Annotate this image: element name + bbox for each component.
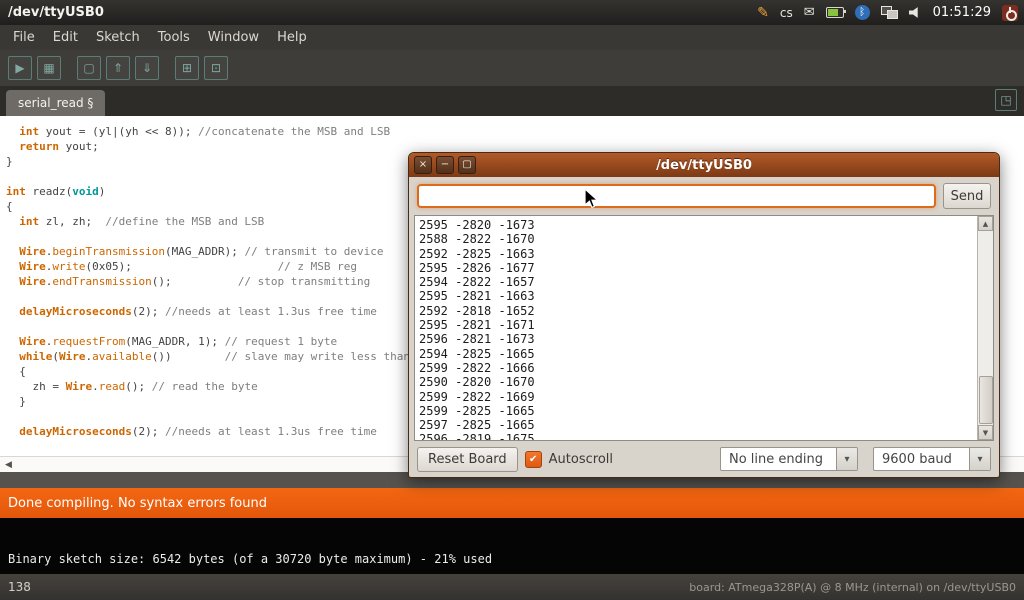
serial-monitor-icon: ⊡: [211, 61, 221, 75]
minimize-icon: −: [441, 160, 449, 170]
upload-button[interactable]: ⊞: [175, 56, 199, 80]
autoscroll-checkbox[interactable]: ✔: [525, 451, 542, 468]
verify-icon: ▶: [15, 61, 24, 75]
toolbar: ▶ ▦ ▢ ⇑ ⇓ ⊞ ⊡: [0, 50, 1024, 87]
console-output: Binary sketch size: 6542 bytes (of a 307…: [0, 518, 1024, 574]
session-power-icon[interactable]: [1002, 5, 1018, 21]
verify-button[interactable]: ▶: [8, 56, 32, 80]
battery-icon[interactable]: [826, 7, 844, 18]
scroll-up-icon[interactable]: ▲: [978, 216, 993, 231]
new-file-icon: ▢: [83, 61, 94, 75]
close-button[interactable]: ×: [414, 156, 432, 174]
compile-status-bar: Done compiling. No syntax errors found: [0, 488, 1024, 518]
menu-item-edit[interactable]: Edit: [44, 27, 87, 48]
tab-label: serial_read §: [18, 96, 93, 110]
stop-icon: ▦: [43, 61, 54, 75]
line-ending-select[interactable]: No line ending ▾: [720, 447, 858, 471]
stop-button[interactable]: ▦: [37, 56, 61, 80]
save-sketch-button[interactable]: ⇓: [135, 56, 159, 80]
check-icon: ✔: [529, 454, 537, 465]
line-number-indicator: 138: [0, 580, 31, 594]
serial-input-row: Send: [417, 183, 991, 209]
open-sketch-button[interactable]: ⇑: [106, 56, 130, 80]
menu-bar: FileEditSketchToolsWindowHelp: [0, 25, 1024, 50]
bluetooth-icon[interactable]: ᛒ: [855, 5, 870, 20]
upload-icon: ⊞: [182, 61, 192, 75]
menu-item-window[interactable]: Window: [199, 27, 268, 48]
autoscroll-label: Autoscroll: [549, 452, 613, 467]
network-icon[interactable]: [881, 6, 898, 19]
serial-monitor-title: /dev/ttyUSB0: [409, 158, 999, 173]
serial-output[interactable]: 2595 -2820 -1673 2588 -2822 -1670 2592 -…: [414, 215, 994, 441]
close-icon: ×: [419, 160, 427, 170]
minimize-button[interactable]: −: [436, 156, 454, 174]
menu-item-sketch[interactable]: Sketch: [87, 27, 149, 48]
serial-scrollbar[interactable]: ▲ ▼: [977, 216, 993, 440]
scrollbar-thumb[interactable]: [979, 376, 993, 424]
scroll-down-icon[interactable]: ▼: [978, 425, 993, 440]
window-title-panel: /dev/ttyUSB0: [0, 5, 104, 20]
volume-icon[interactable]: [909, 7, 922, 19]
scroll-left-icon[interactable]: ◀: [5, 460, 12, 470]
menu-item-file[interactable]: File: [4, 27, 44, 48]
baud-value: 9600 baud: [874, 452, 969, 467]
tab-bar: serial_read § ◳: [0, 86, 1024, 116]
notes-icon[interactable]: ✎: [757, 6, 769, 20]
console-text: Binary sketch size: 6542 bytes (of a 307…: [8, 552, 492, 566]
serial-controls: Reset Board ✔ Autoscroll No line ending …: [417, 446, 991, 472]
tab-menu-icon: ◳: [1000, 93, 1011, 107]
clock[interactable]: 01:51:29: [933, 5, 991, 20]
menu-item-tools[interactable]: Tools: [149, 27, 199, 48]
mail-icon[interactable]: ✉: [804, 6, 815, 19]
code-line: int yout = (yl|(yh << 8)); //concatenate…: [6, 124, 1024, 139]
tab-menu-button[interactable]: ◳: [995, 89, 1017, 111]
maximize-icon: ▢: [462, 160, 471, 170]
baud-select[interactable]: 9600 baud ▾: [873, 447, 991, 471]
send-button[interactable]: Send: [943, 183, 991, 209]
serial-monitor-button[interactable]: ⊡: [204, 56, 228, 80]
status-bar: 138 board: ATmega328P(A) @ 8 MHz (intern…: [0, 574, 1024, 600]
serial-monitor-window: × − ▢ /dev/ttyUSB0 Send 2595 -2820 -1673…: [408, 152, 1000, 478]
keyboard-layout-indicator[interactable]: cs: [780, 6, 793, 20]
desktop-panel: /dev/ttyUSB0 ✎ cs ✉ ᛒ 01:51:29: [0, 0, 1024, 25]
system-tray: ✎ cs ✉ ᛒ 01:51:29: [757, 5, 1024, 21]
menu-item-help[interactable]: Help: [268, 27, 316, 48]
serial-output-text: 2595 -2820 -1673 2588 -2822 -1670 2592 -…: [419, 218, 975, 440]
serial-monitor-titlebar[interactable]: × − ▢ /dev/ttyUSB0: [409, 153, 999, 177]
serial-input[interactable]: [417, 184, 936, 208]
open-icon: ⇑: [113, 61, 123, 75]
line-ending-value: No line ending: [721, 452, 836, 467]
tab-serial-read[interactable]: serial_read §: [6, 90, 105, 116]
maximize-button[interactable]: ▢: [458, 156, 476, 174]
reset-board-button[interactable]: Reset Board: [417, 447, 518, 472]
compile-status-message: Done compiling. No syntax errors found: [8, 496, 267, 511]
chevron-down-icon: ▾: [969, 448, 990, 470]
new-sketch-button[interactable]: ▢: [77, 56, 101, 80]
save-icon: ⇓: [142, 61, 152, 75]
chevron-down-icon: ▾: [836, 448, 857, 470]
board-info: board: ATmega328P(A) @ 8 MHz (internal) …: [689, 581, 1024, 594]
